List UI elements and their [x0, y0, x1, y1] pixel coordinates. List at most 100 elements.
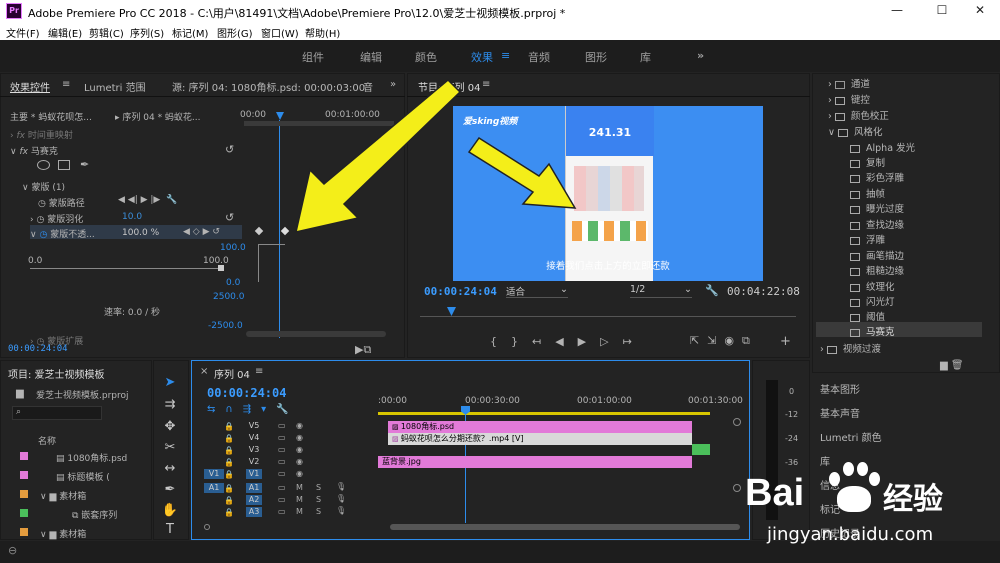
menu-help[interactable]: 帮助(H)	[305, 25, 340, 40]
track-label[interactable]: A2	[246, 495, 262, 505]
lock-icon[interactable]: 🔒	[224, 470, 234, 479]
source-patch-v1[interactable]: V1	[204, 469, 224, 479]
mosaic-effect-row[interactable]: ∨ fx 马赛克	[10, 144, 58, 157]
track-label[interactable]: V2	[246, 457, 262, 467]
project-bin[interactable]: ∨ ▆ 素材箱	[40, 489, 86, 502]
timeline-scrollbar[interactable]	[200, 524, 740, 530]
reset-icon[interactable]: ↺	[225, 211, 234, 224]
fit-dropdown[interactable]: 适合 ⌄	[506, 284, 568, 298]
program-menu-icon[interactable]: ≡	[482, 79, 490, 90]
workspace-library[interactable]: 库	[640, 49, 651, 65]
track-label[interactable]: V5	[246, 421, 262, 431]
effect-folder-keying[interactable]: › 键控	[828, 92, 870, 106]
hand-tool-icon[interactable]: ✋	[160, 503, 180, 518]
eye-icon[interactable]: ◉	[296, 445, 303, 454]
timeline-clip[interactable]: 蓝背景.jpg	[378, 456, 692, 468]
project-item[interactable]: ▤ 标题模板 (	[56, 470, 110, 483]
lock-icon[interactable]: 🔒	[224, 422, 234, 431]
solo-button[interactable]: S	[316, 507, 321, 516]
lock-icon[interactable]: 🔒	[224, 508, 234, 517]
effect-item[interactable]: 复制	[850, 155, 885, 169]
effect-item[interactable]: 粗糙边缘	[850, 263, 904, 277]
project-item[interactable]: ▤ 1080角标.psd	[56, 451, 127, 464]
workspace-assembly[interactable]: 组件	[302, 49, 324, 65]
sync-lock-icon[interactable]: ▭	[278, 433, 286, 442]
menu-marker[interactable]: 标记(M)	[172, 25, 208, 40]
workspace-editing[interactable]: 编辑	[360, 49, 382, 65]
lock-icon[interactable]: 🔒	[224, 496, 234, 505]
close-button[interactable]: ✕	[965, 3, 995, 17]
pen-tool-icon[interactable]: ✒	[160, 482, 180, 497]
track-label[interactable]: A1	[246, 483, 262, 493]
effect-item[interactable]: 画笔描边	[850, 248, 904, 262]
mask-opacity-value[interactable]: 100.0 %	[122, 228, 159, 238]
ellipse-mask-icon[interactable]	[37, 160, 50, 170]
track-label[interactable]: V3	[246, 445, 262, 455]
stopwatch-active-icon[interactable]: ◷	[39, 230, 47, 240]
effect-folder-channel[interactable]: › 通道	[828, 76, 870, 90]
timeline-timecode[interactable]: 00:00:24:04	[207, 386, 286, 400]
microphone-icon[interactable]: 🎙	[336, 494, 346, 503]
panel-basic-sound[interactable]: 基本声音	[820, 405, 860, 420]
mask-feather-value[interactable]: 10.0	[122, 212, 142, 222]
timeline-clip[interactable]: ▨ 1080角标.psd	[388, 421, 692, 433]
lock-icon[interactable]: 🔒	[224, 446, 234, 455]
lock-icon[interactable]: 🔒	[224, 434, 234, 443]
pen-mask-icon[interactable]: ✒	[80, 158, 89, 171]
microphone-icon[interactable]: 🎙	[336, 506, 346, 515]
effect-item[interactable]: 彩色浮雕	[850, 170, 904, 184]
close-icon[interactable]: ×	[200, 366, 208, 377]
effect-item[interactable]: 浮雕	[850, 232, 885, 246]
solo-button[interactable]: S	[316, 495, 321, 504]
microphone-icon[interactable]: 🎙	[336, 482, 346, 491]
effect-folder-video-transitions[interactable]: › 视频过渡	[820, 341, 881, 355]
workspace-menu-icon[interactable]: ≡	[501, 49, 510, 62]
rectangle-mask-icon[interactable]	[58, 160, 70, 170]
type-tool-icon[interactable]: T	[160, 522, 180, 537]
source-patch-a1[interactable]: A1	[204, 483, 224, 493]
vertical-zoom-handle[interactable]	[733, 484, 741, 492]
menu-edit[interactable]: 编辑(E)	[48, 25, 82, 40]
sync-lock-icon[interactable]: ▭	[278, 483, 286, 492]
program-timecode[interactable]: 00:00:24:04	[424, 285, 497, 298]
work-area-bar[interactable]	[378, 412, 710, 415]
resolution-dropdown[interactable]: 1/2 ⌄	[630, 284, 692, 298]
new-bin-icon[interactable]: ▆ 🗑	[940, 360, 964, 371]
timeline-toolbar-icons[interactable]: ⇆∩⇶▾🔧	[207, 404, 299, 415]
workspace-graphics[interactable]: 图形	[585, 49, 607, 65]
mute-button[interactable]: M	[296, 483, 303, 492]
track-label[interactable]: V1	[246, 469, 262, 479]
menu-window[interactable]: 窗口(W)	[261, 25, 299, 40]
mask-opacity-slider[interactable]	[30, 268, 220, 269]
track-label[interactable]: A3	[246, 507, 262, 517]
mask-tracking-controls[interactable]: ◀ ◀| ▶ |▶ 🔧	[118, 195, 177, 205]
workspace-audio[interactable]: 音频	[528, 49, 550, 65]
ripple-edit-tool-icon[interactable]: ✥	[160, 419, 180, 434]
track-select-tool-icon[interactable]: ⇉	[160, 397, 180, 412]
menu-sequence[interactable]: 序列(S)	[130, 25, 164, 40]
sync-lock-icon[interactable]: ▭	[278, 469, 286, 478]
solo-button[interactable]: S	[316, 483, 321, 492]
effect-item[interactable]: 抽帧	[850, 186, 885, 200]
program-scrub-bar[interactable]	[420, 316, 796, 317]
vertical-zoom-handle[interactable]	[733, 418, 741, 426]
effect-item[interactable]: 曝光过度	[850, 201, 904, 215]
tab-menu-icon[interactable]: ≡	[62, 79, 70, 90]
scroll-thumb[interactable]	[390, 524, 740, 530]
maximize-button[interactable]: ☐	[927, 3, 957, 17]
sync-lock-icon[interactable]: ▭	[278, 495, 286, 504]
project-col-name[interactable]: 名称	[38, 434, 56, 447]
effect-item-mosaic[interactable]: 马赛克	[850, 324, 895, 338]
eye-icon[interactable]: ◉	[296, 469, 303, 478]
eye-icon[interactable]: ◉	[296, 433, 303, 442]
sync-lock-icon[interactable]: ▭	[278, 445, 286, 454]
effect-item[interactable]: 闪光灯	[850, 294, 895, 308]
ec-timecode[interactable]: 00:00:24:04	[8, 344, 68, 354]
wrench-icon[interactable]: 🔧	[705, 284, 719, 297]
project-title[interactable]: 项目: 爱芝士视频模板	[8, 366, 105, 381]
tab-lumetri-scopes[interactable]: Lumetri 范围	[84, 79, 146, 94]
project-item[interactable]: ⧉ 嵌套序列	[72, 508, 117, 521]
selection-tool-icon[interactable]: ➤	[160, 375, 180, 390]
effect-folder-stylize[interactable]: ∨ 风格化	[828, 124, 883, 138]
effect-item[interactable]: Alpha 发光	[850, 140, 915, 154]
